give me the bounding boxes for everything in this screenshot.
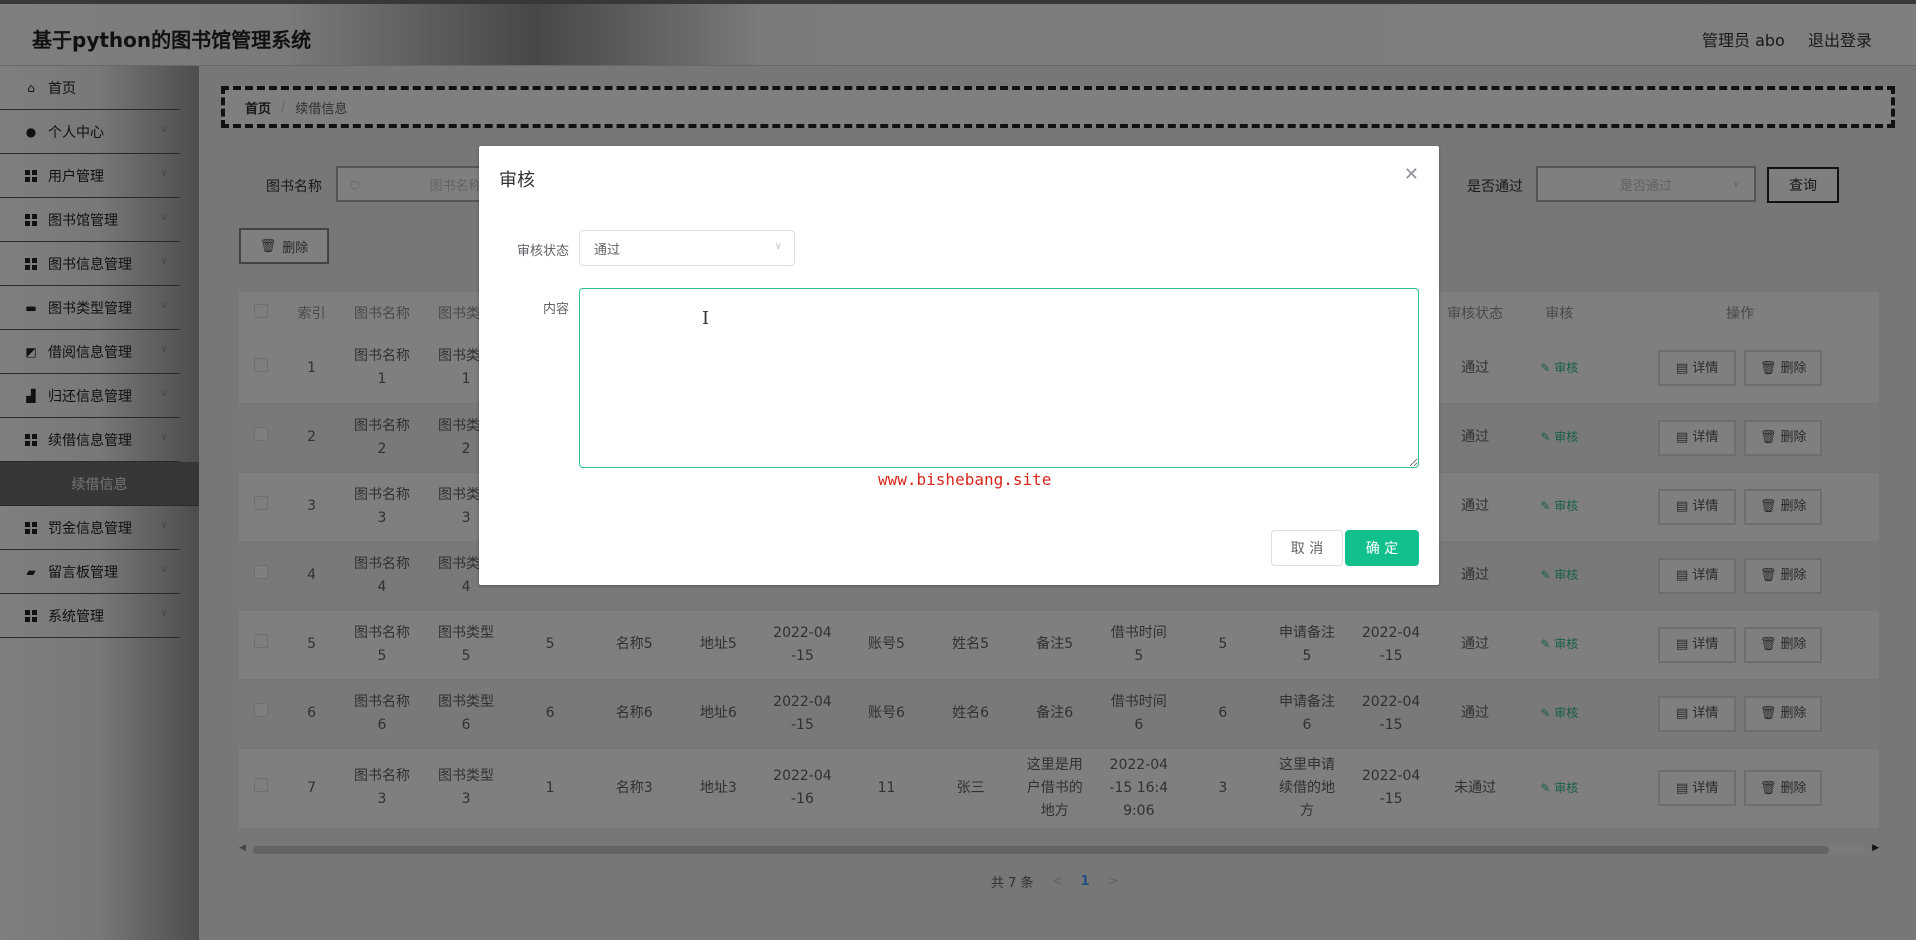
audit-status-select[interactable]: 通过 ∨ [579, 230, 795, 266]
audit-status-label: 审核状态 [516, 244, 569, 259]
content-label: 内容 [542, 302, 569, 317]
chevron-down-icon: ∨ [774, 241, 782, 252]
dialog-title: 审核 [499, 170, 535, 191]
close-icon[interactable]: ✕ [1404, 164, 1419, 185]
watermark-text: www.bishebang.site [878, 470, 1052, 489]
audit-status-value: 通过 [594, 242, 621, 258]
text-cursor-icon: I [702, 308, 710, 329]
confirm-button[interactable]: 确 定 [1345, 530, 1419, 566]
cancel-button[interactable]: 取 消 [1271, 530, 1343, 566]
audit-dialog: 审核 ✕ 审核状态 通过 ∨ 内容 I www.bishebang.site 取… [479, 146, 1439, 585]
